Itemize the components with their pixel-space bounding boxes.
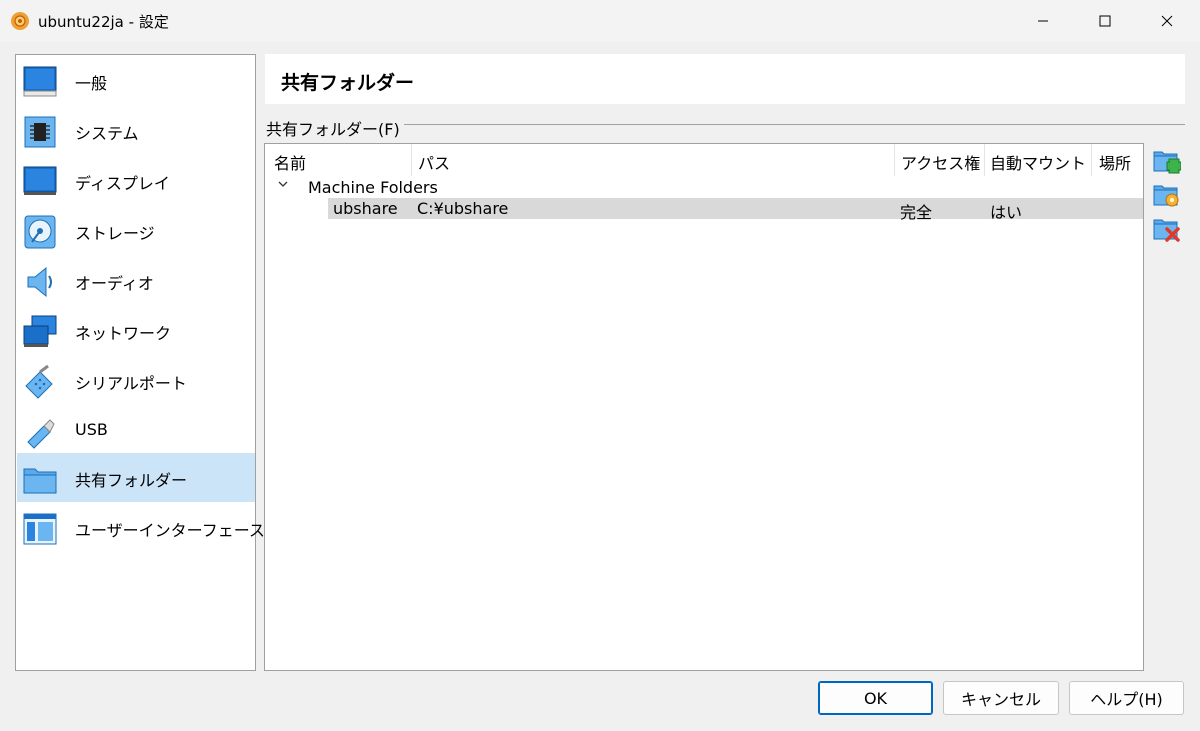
- column-header-path[interactable]: パス: [418, 150, 450, 174]
- maximize-button[interactable]: [1082, 0, 1128, 42]
- disk-icon: [24, 215, 56, 249]
- serial-port-icon: [25, 364, 53, 399]
- group-divider: [404, 124, 1185, 125]
- sidebar-item-system[interactable]: システム: [17, 106, 255, 155]
- folder-icon: [23, 468, 57, 494]
- sidebar-item-label: ユーザーインターフェース: [75, 521, 265, 540]
- shared-folders-group-label: 共有フォルダー(F): [266, 116, 406, 140]
- shared-folders-table[interactable]: 名前 パス アクセス権 自動マウント 場所 Machine Folders ub…: [264, 143, 1144, 671]
- cell-path: C:¥ubshare: [417, 199, 509, 218]
- machine-folders-group[interactable]: Machine Folders: [308, 178, 438, 197]
- column-header-name[interactable]: 名前: [274, 150, 306, 174]
- sidebar-item-user-interface[interactable]: ユーザーインターフェース: [17, 503, 265, 552]
- sidebar-item-usb[interactable]: USB: [17, 406, 255, 455]
- column-header-location[interactable]: 場所: [1099, 150, 1131, 174]
- sidebar-item-serial-port[interactable]: シリアルポート: [17, 356, 255, 405]
- cell-access: 完全: [900, 203, 933, 222]
- column-divider: [894, 144, 895, 176]
- help-button[interactable]: ヘルプ(H): [1069, 681, 1184, 715]
- column-divider: [1091, 144, 1092, 176]
- minimize-button[interactable]: [1020, 0, 1066, 42]
- table-row[interactable]: ubshare C:¥ubshare 完全 はい: [328, 198, 1143, 222]
- sidebar-item-label: ネットワーク: [75, 324, 172, 343]
- cell-name: ubshare: [333, 199, 398, 218]
- virtualbox-icon: [11, 12, 29, 30]
- cell-automount: はい: [990, 203, 1023, 222]
- cancel-button[interactable]: キャンセル: [943, 681, 1059, 715]
- column-divider: [984, 144, 985, 176]
- column-divider: [411, 144, 412, 176]
- sidebar-item-label: 一般: [75, 74, 108, 93]
- sidebar-item-network[interactable]: ネットワーク: [17, 306, 255, 355]
- sidebar-item-storage[interactable]: ストレージ: [17, 206, 255, 255]
- sidebar-item-label: シリアルポート: [75, 374, 187, 393]
- sidebar-item-general[interactable]: 一般: [17, 56, 255, 105]
- sidebar-item-label: オーディオ: [75, 274, 154, 293]
- chip-icon: [24, 116, 56, 148]
- sidebar-item-shared-folders[interactable]: 共有フォルダー: [17, 453, 255, 502]
- minimize-icon: [1038, 20, 1048, 22]
- edit-folder-icon[interactable]: [1153, 181, 1181, 209]
- column-header-automount[interactable]: 自動マウント: [990, 150, 1086, 174]
- usb-icon: [27, 419, 55, 449]
- close-button[interactable]: [1144, 0, 1190, 42]
- sidebar-item-label: ディスプレイ: [75, 174, 170, 193]
- maximize-icon: [1099, 15, 1111, 27]
- network-icon: [23, 315, 57, 347]
- close-icon: [1161, 15, 1173, 27]
- display-icon: [23, 166, 57, 195]
- add-folder-icon[interactable]: [1153, 147, 1181, 175]
- speaker-icon: [27, 266, 52, 298]
- remove-folder-icon[interactable]: [1153, 215, 1181, 243]
- sidebar-item-audio[interactable]: オーディオ: [17, 256, 255, 305]
- sidebar-item-label: システム: [75, 124, 139, 143]
- sidebar-item-label: ストレージ: [75, 224, 155, 243]
- column-header-access[interactable]: アクセス権: [901, 150, 980, 174]
- sidebar-item-display[interactable]: ディスプレイ: [17, 156, 255, 205]
- ui-icon: [23, 513, 57, 545]
- title-bar: ubuntu22ja - 設定: [0, 0, 1200, 42]
- page-title: 共有フォルダー: [281, 72, 415, 94]
- settings-sidebar: 一般 システム ディスプレイ ストレージ オーディオ ネットワーク シリアルポー…: [15, 54, 265, 671]
- ok-button[interactable]: OK: [818, 681, 933, 715]
- sidebar-item-label: USB: [75, 420, 108, 439]
- sidebar-item-label: 共有フォルダー: [75, 471, 188, 490]
- window-title: ubuntu22ja - 設定: [38, 13, 169, 31]
- chevron-down-icon[interactable]: [277, 179, 289, 189]
- monitor-icon: [23, 66, 57, 97]
- page-header: 共有フォルダー: [265, 54, 1185, 104]
